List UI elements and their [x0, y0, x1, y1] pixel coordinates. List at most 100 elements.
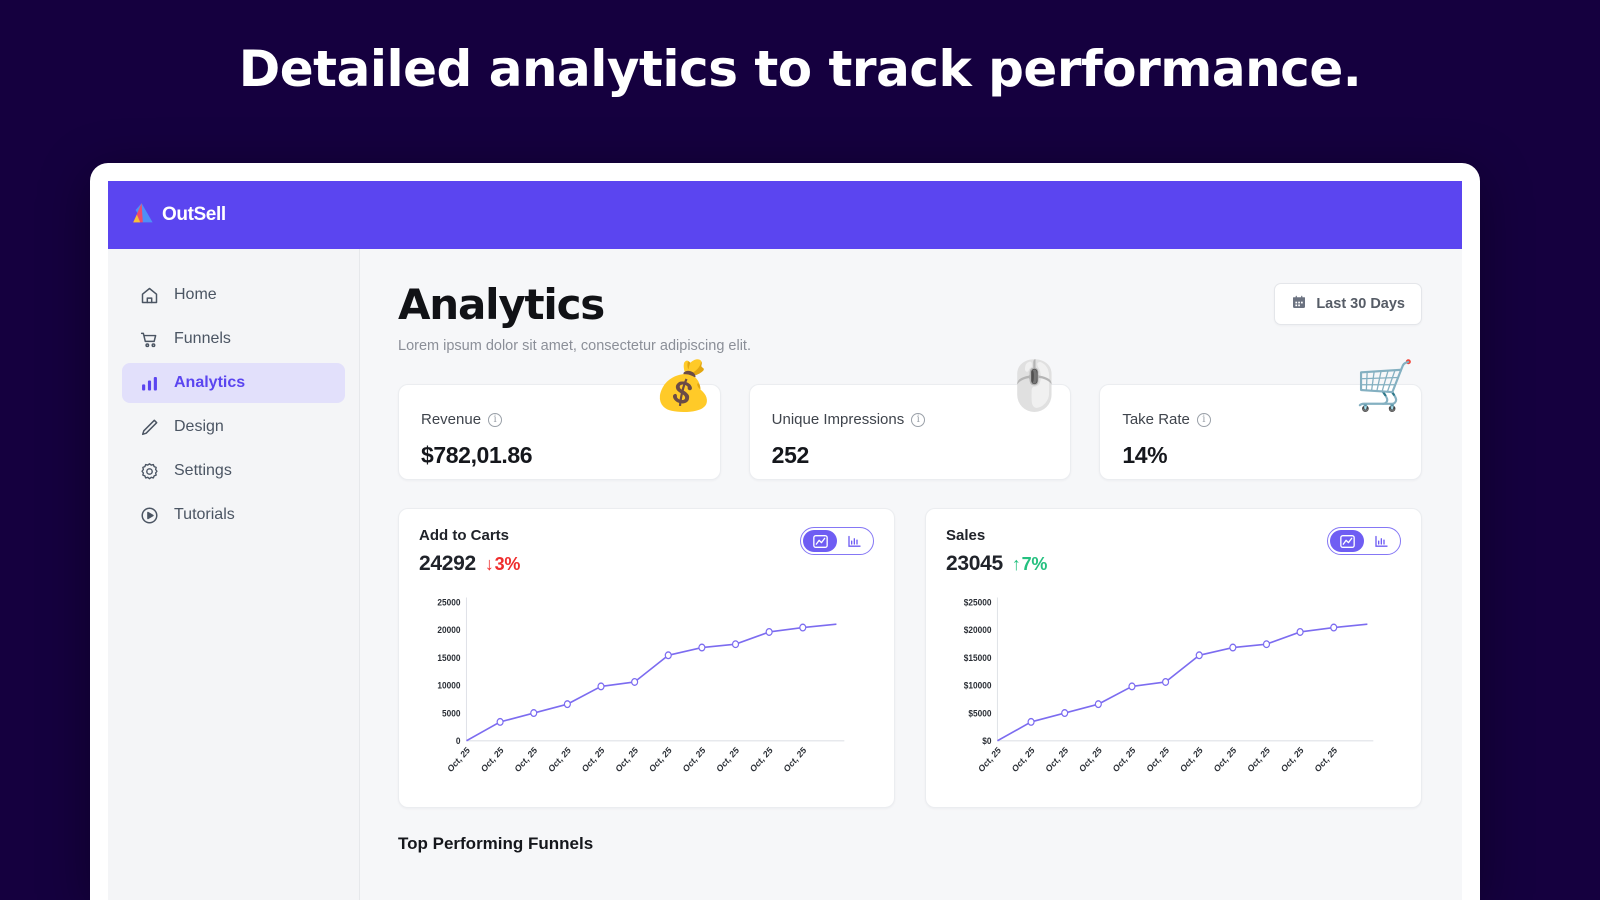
chart-title: Sales	[946, 527, 986, 545]
chart-value: 23045	[946, 552, 1003, 576]
svg-text:Oct, 25: Oct, 25	[1279, 745, 1305, 775]
stat-label: Revenue	[421, 411, 482, 429]
page-heading-group: Analytics Lorem ipsum dolor sit amet, co…	[398, 280, 751, 355]
page-title: Analytics	[398, 280, 605, 329]
stat-card-take-rate: Take Rate i 14% 🛒	[1099, 363, 1423, 481]
section-title-top-funnels: Top Performing Funnels	[398, 834, 594, 854]
date-range-button[interactable]: Last 30 Days	[1274, 283, 1422, 325]
svg-text:Oct, 25: Oct, 25	[1246, 745, 1272, 775]
date-range-label: Last 30 Days	[1316, 296, 1405, 312]
bar-chart-view-button[interactable]	[1364, 530, 1398, 552]
svg-text:$25000: $25000	[964, 597, 992, 608]
chart-delta: ↓ 3%	[485, 554, 520, 575]
y-axis-labels: $25000 $20000 $15000 $10000 $5000 $0	[964, 597, 992, 746]
stat-label-group: Unique Impressions i	[772, 411, 1049, 428]
x-axis-labels: Oct, 25 Oct, 25 Oct, 25 Oct, 25 Oct, 25 …	[976, 745, 1339, 775]
svg-text:$5000: $5000	[968, 708, 991, 719]
stat-value: $782,01.86	[421, 442, 533, 469]
svg-text:Oct, 25: Oct, 25	[513, 745, 539, 775]
home-icon	[138, 284, 160, 306]
svg-text:$0: $0	[982, 736, 991, 747]
info-icon[interactable]: i	[911, 412, 926, 427]
svg-text:Oct, 25: Oct, 25	[446, 745, 472, 775]
svg-text:$15000: $15000	[964, 652, 992, 663]
info-icon[interactable]: i	[1196, 412, 1211, 427]
stat-label: Unique Impressions	[771, 411, 905, 429]
app-topbar: OutSell	[108, 181, 1462, 249]
info-icon[interactable]: i	[488, 412, 503, 427]
sidebar-item-label: Settings	[174, 462, 232, 479]
svg-text:Oct, 25: Oct, 25	[614, 745, 640, 775]
svg-text:Oct, 25: Oct, 25	[1044, 745, 1070, 775]
click-board-emoji: 🖱️	[1004, 360, 1065, 414]
outsell-triangle-logo	[130, 202, 154, 229]
svg-text:5000: 5000	[442, 708, 461, 719]
sidebar-item-label: Funnels	[174, 330, 231, 347]
bar-chart-view-button[interactable]	[837, 530, 871, 552]
sidebar-item-label: Tutorials	[174, 506, 235, 523]
svg-text:Oct, 25: Oct, 25	[1111, 745, 1137, 775]
plot-area-add-to-carts: 25000 20000 15000 10000 5000 0 Oct, 25 O…	[419, 582, 874, 793]
app-window: OutSell Home Funnels Analytics Design Se…	[108, 181, 1462, 900]
svg-text:$20000: $20000	[964, 625, 992, 636]
svg-text:Oct, 25: Oct, 25	[976, 745, 1002, 775]
stat-label-group: Take Rate i	[1122, 411, 1399, 428]
svg-text:Oct, 25: Oct, 25	[715, 745, 741, 775]
sidebar-item-label: Analytics	[174, 374, 246, 391]
chart-delta-value: 3%	[494, 554, 521, 575]
sidebar-item-analytics[interactable]: Analytics	[122, 363, 345, 403]
chart-metric: 24292 ↓ 3%	[419, 552, 520, 576]
chart-value: 24292	[419, 552, 476, 576]
chart-card-row: Add to Carts 24292 ↓ 3% 25000 20000 1500…	[398, 508, 1422, 809]
chart-header: Add to Carts 24292 ↓ 3%	[419, 527, 874, 576]
chart-view-toggle[interactable]	[800, 527, 874, 556]
svg-text:20000: 20000	[437, 625, 460, 636]
sidebar-item-settings[interactable]: Settings	[122, 451, 345, 491]
svg-text:Oct, 25: Oct, 25	[580, 745, 606, 775]
line-chart-view-button[interactable]	[803, 530, 837, 553]
cart-icon	[138, 328, 160, 350]
plot-area-sales: $25000 $20000 $15000 $10000 $5000 $0 Oct…	[946, 582, 1401, 793]
y-axis-labels: 25000 20000 15000 10000 5000 0	[437, 597, 460, 746]
chart-title: Add to Carts	[419, 527, 509, 545]
line-chart-view-button[interactable]	[1330, 530, 1364, 553]
svg-text:$10000: $10000	[964, 680, 992, 691]
shopping-cart-emoji: 🛒	[1355, 360, 1416, 414]
sidebar-item-home[interactable]: Home	[122, 275, 345, 315]
sidebar-item-funnels[interactable]: Funnels	[122, 319, 345, 359]
sidebar: Home Funnels Analytics Design Settings T…	[108, 249, 360, 900]
chart-metric: 23045 ↑ 7%	[946, 552, 1047, 576]
money-bag-emoji: 💰	[653, 360, 714, 414]
svg-text:Oct, 25: Oct, 25	[546, 745, 572, 775]
svg-text:Oct, 25: Oct, 25	[1178, 745, 1204, 775]
svg-text:Oct, 25: Oct, 25	[1145, 745, 1171, 775]
app-body: Home Funnels Analytics Design Settings T…	[108, 249, 1462, 900]
chart-card-sales: Sales 23045 ↑ 7% $25000 $20000 $15000 $1…	[925, 508, 1422, 809]
svg-text:Oct, 25: Oct, 25	[1010, 745, 1036, 775]
sidebar-item-label: Design	[174, 418, 224, 435]
chart-view-toggle[interactable]	[1327, 527, 1401, 556]
sidebar-item-tutorials[interactable]: Tutorials	[122, 495, 345, 535]
brand[interactable]: OutSell	[130, 202, 226, 229]
play-circle-icon	[138, 504, 160, 526]
pencil-icon	[138, 416, 160, 438]
stat-card-revenue: Revenue i $782,01.86 💰	[398, 363, 721, 481]
stat-value: 14%	[1122, 442, 1168, 469]
calendar-icon	[1291, 294, 1307, 314]
svg-text:25000: 25000	[437, 597, 460, 608]
arrow-down-icon: ↓	[484, 554, 494, 575]
chart-delta-value: 7%	[1021, 554, 1048, 575]
page-root: Detailed analytics to track performance.…	[0, 0, 1600, 900]
stat-card-row: Revenue i $782,01.86 💰 Unique Impression…	[398, 363, 1423, 481]
sidebar-item-design[interactable]: Design	[122, 407, 345, 447]
svg-text:Oct, 25: Oct, 25	[1077, 745, 1103, 775]
chart-title-group: Add to Carts 24292 ↓ 3%	[419, 527, 520, 576]
chart-delta: ↑ 7%	[1012, 554, 1047, 575]
page-subtitle: Lorem ipsum dolor sit amet, consectetur …	[398, 338, 751, 355]
svg-text:10000: 10000	[437, 680, 460, 691]
chart-header: Sales 23045 ↑ 7%	[946, 527, 1401, 576]
svg-text:15000: 15000	[437, 652, 460, 663]
chart-card-add-to-carts: Add to Carts 24292 ↓ 3% 25000 20000 1500…	[398, 508, 895, 809]
svg-text:Oct, 25: Oct, 25	[1212, 745, 1238, 775]
svg-text:Oct, 25: Oct, 25	[647, 745, 673, 775]
